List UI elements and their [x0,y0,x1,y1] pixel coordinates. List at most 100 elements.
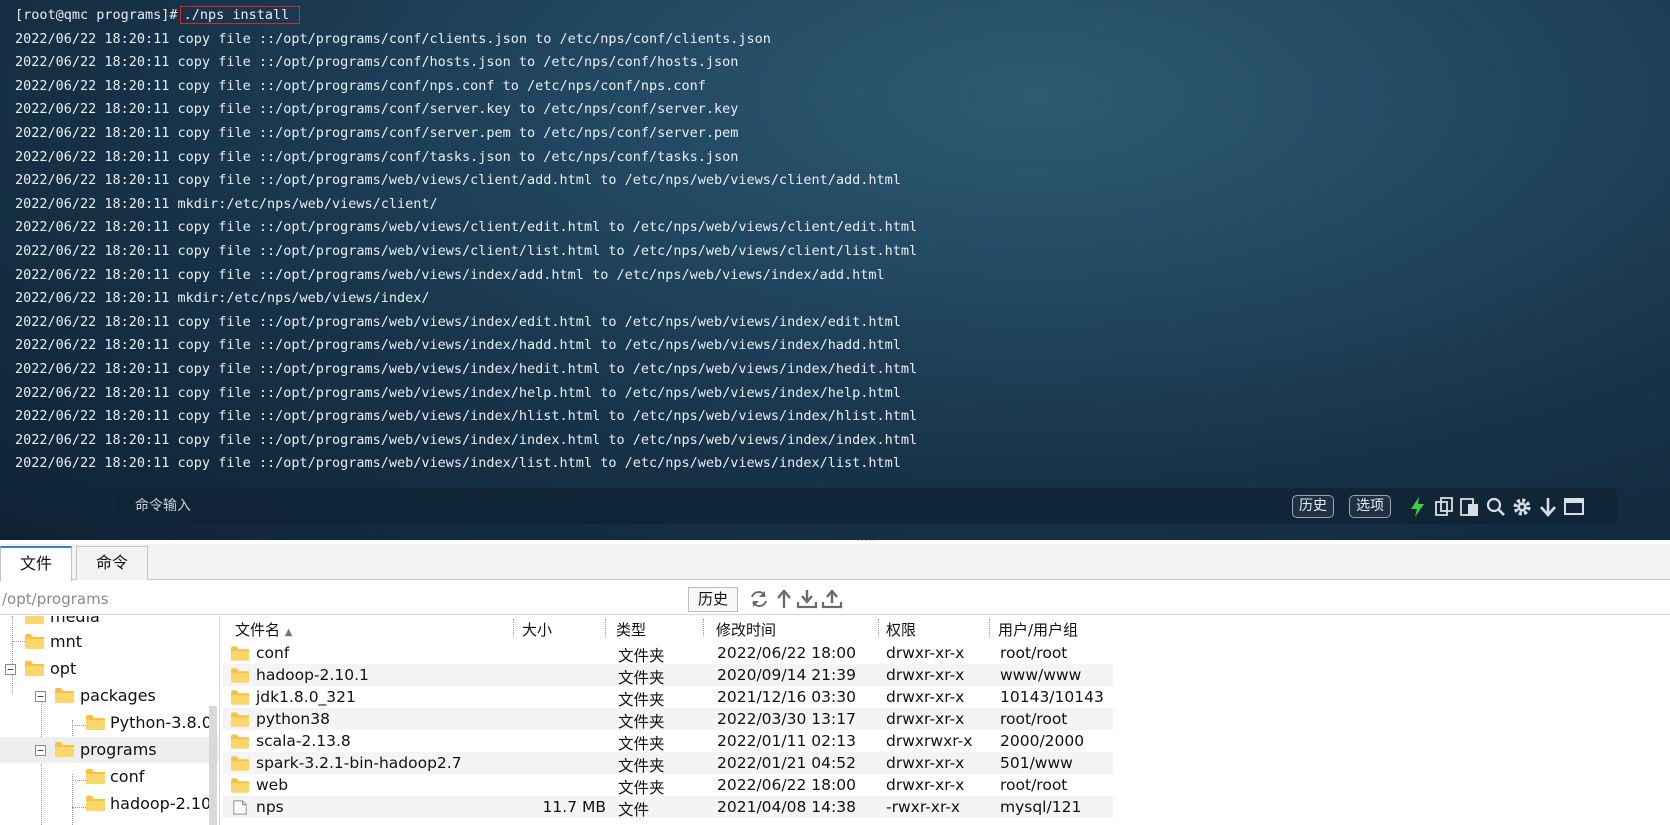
tab-files[interactable]: 文件 [0,546,72,581]
file-row[interactable]: nps 11.7 MB 文件 2021/04/08 14:38 -rwxr-xr… [223,796,1113,819]
path-history-button[interactable]: 历史 [688,587,738,612]
copy-icon[interactable] [1433,496,1455,518]
paste-icon[interactable] [1459,496,1481,518]
file-modified: 2021/04/08 14:38 [717,798,856,816]
file-row[interactable]: web 文件夹 2022/06/22 18:00 drwxr-xr-x root… [223,774,1113,797]
column-header-type[interactable]: 类型 [616,619,646,640]
file-permission: drwxr-xr-x [886,710,965,728]
terminal-prompt-line: [root@qmc programs]# ./nps install [15,4,917,28]
terminal-line: 2022/06/22 18:20:11 copy file ::/opt/pro… [15,101,739,118]
tree-collapse-toggle[interactable]: − [35,745,46,756]
search-icon[interactable] [1485,496,1507,518]
file-name: hadoop-2.10.1 [256,666,369,684]
tree-item-media[interactable]: media [0,616,219,630]
gear-icon[interactable] [1511,496,1533,518]
terminal-prompt: [root@qmc programs]# [15,7,178,23]
tree-item-opt[interactable]: − opt [0,656,219,682]
file-name: python38 [256,710,330,728]
file-permission: drwxr-xr-x [886,666,965,684]
tree-item-label: conf [110,767,145,786]
directory-tree[interactable]: media mnt − opt − packages Python-3.8.0 … [0,616,220,825]
tree-item-label: media [50,616,100,626]
upload-icon[interactable] [821,588,843,610]
terminal-line: 2022/06/22 18:20:11 mkdir:/etc/nps/web/v… [15,195,438,212]
column-header-owner[interactable]: 用户/用户组 [998,619,1078,640]
file-name: jdk1.8.0_321 [256,688,356,706]
terminal-line: 2022/06/22 18:20:11 mkdir:/etc/nps/web/v… [15,290,430,307]
terminal-line: 2022/06/22 18:20:11 copy file ::/opt/pro… [15,219,918,236]
path-input[interactable] [2,586,682,612]
file-row[interactable]: spark-3.2.1-bin-hadoop2.7 文件夹 2022/01/21… [223,752,1113,775]
terminal-line: 2022/06/22 18:20:11 copy file ::/opt/pro… [15,455,901,472]
file-type: 文件夹 [618,757,665,775]
column-separator[interactable] [605,619,606,637]
folder-open-icon [55,688,74,703]
options-button[interactable]: 选项 [1349,495,1391,518]
tree-item-packages[interactable]: − packages [0,683,219,709]
tree-item-label: hadoop-2.10 [110,794,212,813]
terminal-line: 2022/06/22 18:20:11 copy file ::/opt/pro… [15,360,918,377]
download-icon[interactable] [796,588,818,610]
file-type: 文件夹 [618,779,665,797]
terminal-line: 2022/06/22 18:20:11 copy file ::/opt/pro… [15,124,739,141]
file-owner: 10143/10143 [1000,688,1104,706]
column-separator[interactable] [513,619,514,637]
file-permission: drwxr-xr-x [886,776,965,794]
tree-scrollbar[interactable] [209,706,217,825]
arrow-down-icon[interactable] [1537,496,1559,518]
tree-item-python-3.8.0[interactable]: Python-3.8.0 [0,710,219,736]
terminal-line: 2022/06/22 18:20:11 copy file ::/opt/pro… [15,337,901,354]
tree-item-programs[interactable]: − programs [0,737,219,763]
tab-commands[interactable]: 命令 [76,546,148,580]
file-list[interactable]: 文件名 ▲ 大小 类型 修改时间 权限 用户/用户组 conf 文件夹 2022… [223,616,1670,825]
column-header-name[interactable]: 文件名 ▲ [235,619,293,640]
tree-item-label: programs [80,740,157,759]
file-row[interactable]: conf 文件夹 2022/06/22 18:00 drwxr-xr-x roo… [223,642,1113,665]
terminal-line: 2022/06/22 18:20:11 copy file ::/opt/pro… [15,384,901,401]
refresh-icon[interactable] [748,588,770,610]
file-modified: 2022/01/21 04:52 [717,754,856,772]
file-list-header: 文件名 ▲ 大小 类型 修改时间 权限 用户/用户组 [223,616,1670,640]
folder-icon [86,715,105,730]
file-row[interactable]: hadoop-2.10.1 文件夹 2020/09/14 21:39 drwxr… [223,664,1113,687]
terminal-pane[interactable]: [root@qmc programs]# ./nps install 2022/0… [0,0,1670,540]
file-permission: drwxr-xr-x [886,644,965,662]
command-input[interactable] [135,488,1235,524]
file-owner: mysql/121 [1000,798,1082,816]
terminal-command: ./nps install [179,6,301,24]
up-arrow-icon[interactable] [773,588,795,610]
history-button[interactable]: 历史 [1292,495,1334,518]
file-type: 文件夹 [618,735,665,753]
folder-icon [231,668,249,683]
file-row[interactable]: scala-2.13.8 文件夹 2022/01/11 02:13 drwxrw… [223,730,1113,753]
column-separator[interactable] [989,619,990,637]
file-name: nps [256,798,284,816]
column-header-modified[interactable]: 修改时间 [716,619,776,640]
file-modified: 2022/06/22 18:00 [717,776,856,794]
column-separator[interactable] [703,619,704,637]
file-size: 11.7 MB [542,798,606,816]
tree-item-hadoop[interactable]: hadoop-2.10 [0,791,219,817]
file-type: 文件 [618,801,650,819]
folder-icon [25,634,44,649]
file-row[interactable]: python38 文件夹 2022/03/30 13:17 drwxr-xr-x… [223,708,1113,731]
terminal-line: 2022/06/22 18:20:11 copy file ::/opt/pro… [15,148,739,165]
file-row[interactable]: jdk1.8.0_321 文件夹 2021/12/16 03:30 drwxr-… [223,686,1113,709]
tree-item-label: Python-3.8.0 [110,713,212,732]
file-modified: 2022/01/11 02:13 [717,732,856,750]
column-header-permission[interactable]: 权限 [886,619,916,640]
pane-splitter-handle[interactable]: ..... [850,534,884,544]
folder-open-icon [25,661,44,676]
file-owner: www/www [1000,666,1082,684]
tree-collapse-toggle[interactable]: − [5,664,16,675]
lightning-icon[interactable] [1407,496,1429,518]
tree-item-mnt[interactable]: mnt [0,629,219,655]
file-permission: -rwxr-xr-x [886,798,961,816]
column-separator[interactable] [878,619,879,637]
tree-item-conf[interactable]: conf [0,764,219,790]
terminal-line: 2022/06/22 18:20:11 copy file ::/opt/pro… [15,266,885,283]
maximize-icon[interactable] [1563,496,1585,518]
terminal-line: 2022/06/22 18:20:11 copy file ::/opt/pro… [15,431,918,448]
tree-collapse-toggle[interactable]: − [35,691,46,702]
column-header-size[interactable]: 大小 [522,619,552,640]
